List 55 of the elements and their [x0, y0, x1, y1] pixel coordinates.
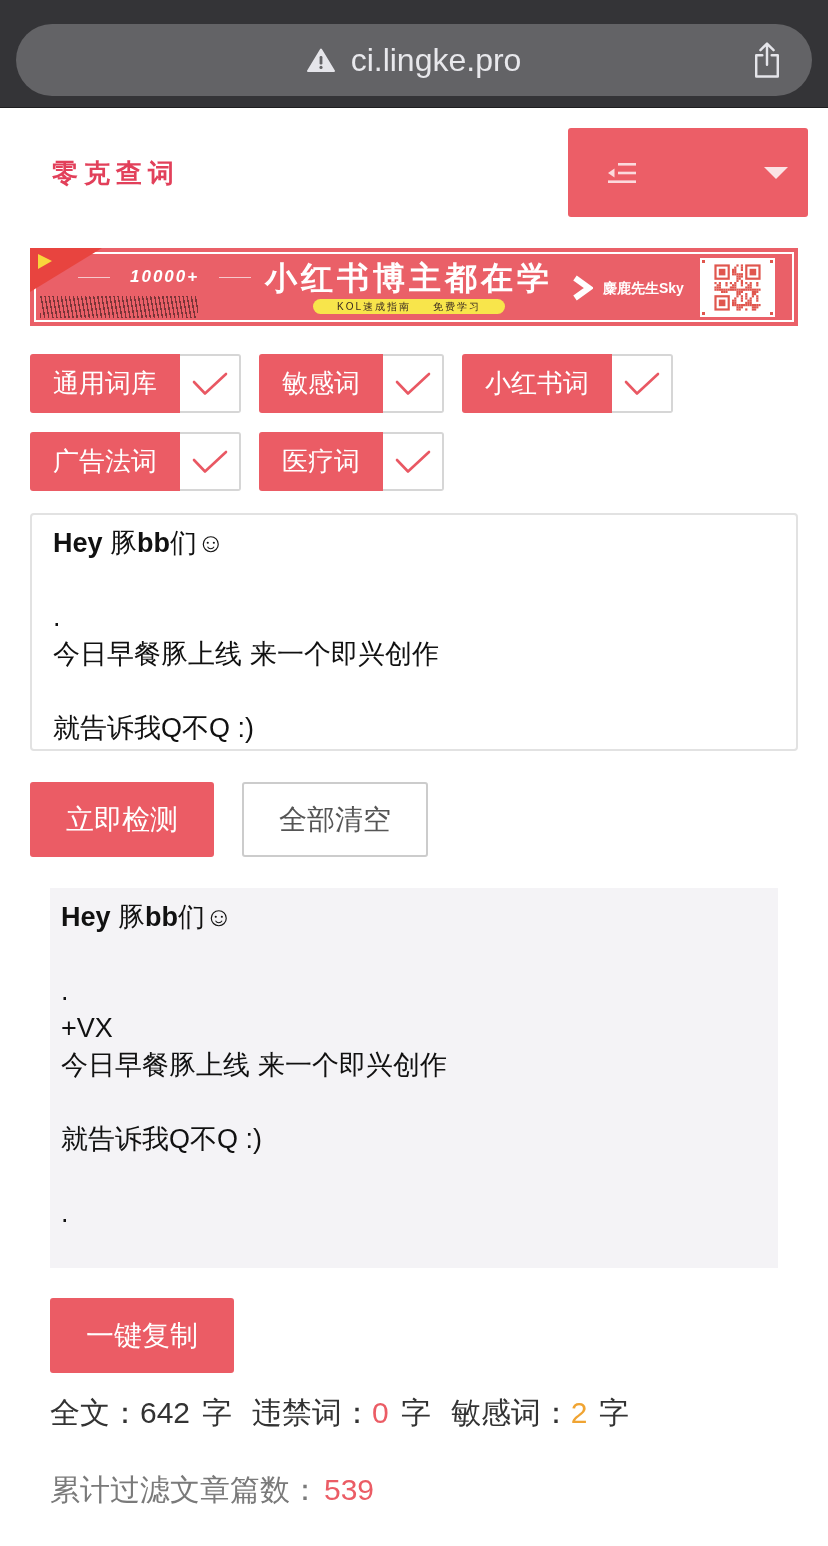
site-logo[interactable]: 零克查词: [52, 155, 180, 190]
clear-button[interactable]: 全部清空: [242, 782, 428, 857]
checkbox[interactable]: [180, 432, 241, 491]
stat-label: 敏感词：: [450, 1395, 571, 1431]
result-line: .: [61, 975, 69, 1008]
url-text: ci.lingke.pro: [350, 41, 522, 80]
total-label: 累计过滤文章篇数：: [50, 1472, 320, 1508]
copy-button[interactable]: 一键复制: [50, 1298, 234, 1373]
share-icon[interactable]: [752, 41, 782, 79]
tag-text: 免费学习: [433, 300, 481, 313]
check-icon: [394, 371, 431, 396]
address-bar[interactable]: ci.lingke.pro: [16, 24, 812, 96]
text-line: 今日早餐豚上线 来一个即兴创作: [53, 638, 439, 671]
word-bank-label[interactable]: 小红书词: [462, 354, 612, 413]
checkbox[interactable]: [383, 432, 444, 491]
checkbox[interactable]: [180, 354, 241, 413]
author-name: 麋鹿先生Sky: [603, 279, 684, 297]
stat-value: 642: [140, 1395, 191, 1431]
banner-headline: 小红书博主都在学: [265, 259, 553, 297]
count-text: 10000+: [130, 266, 200, 288]
text-line: .: [53, 601, 61, 634]
word-bank-label[interactable]: 医疗词: [259, 432, 383, 491]
result-line: .: [61, 1197, 69, 1230]
caret-icon: [764, 166, 788, 179]
result-line: +VX: [61, 1012, 113, 1045]
check-icon: [623, 371, 660, 396]
chevron-icon: [571, 275, 593, 301]
stat-unit: 字: [202, 1395, 233, 1431]
word-bank-label[interactable]: 敏感词: [259, 354, 383, 413]
tag-text: KOL速成指南: [337, 300, 411, 313]
text-line: 就告诉我Q不Q :): [53, 712, 254, 745]
stat-value: 0: [372, 1395, 389, 1431]
text-line: Hey 豚bb们☺: [53, 527, 225, 560]
check-icon: [191, 371, 228, 396]
check-icon: [191, 449, 228, 474]
ad-banner[interactable]: 10000+ 小红书博主都在学 KOL速成指南 免费学习 麋鹿先生Sky: [30, 248, 798, 326]
check-icon: [394, 449, 431, 474]
result-line: 就告诉我Q不Q :): [61, 1123, 262, 1156]
stat-label: 违禁词：: [252, 1395, 373, 1431]
word-bank-label[interactable]: 广告法词: [30, 432, 180, 491]
text-input-field[interactable]: Hey 豚bb们☺ . 今日早餐豚上线 来一个即兴创作 就告诉我Q不Q :): [30, 513, 798, 751]
checkbox[interactable]: [383, 354, 444, 413]
word-bank-label[interactable]: 通用词库: [30, 354, 180, 413]
stat-unit: 字: [599, 1395, 630, 1431]
result-line: Hey 豚bb们☺: [61, 901, 233, 934]
stat-unit: 字: [400, 1395, 431, 1431]
checkbox[interactable]: [612, 354, 673, 413]
stat-label: 全文：: [50, 1395, 140, 1431]
qr-code-icon: [700, 258, 775, 317]
play-icon: [30, 248, 102, 292]
total-value: 539: [324, 1472, 375, 1508]
submit-button[interactable]: 立即检测: [30, 782, 214, 857]
menu-icon: [608, 162, 636, 183]
result-line: 今日早餐豚上线 来一个即兴创作: [61, 1049, 447, 1082]
stat-value: 2: [570, 1395, 588, 1431]
